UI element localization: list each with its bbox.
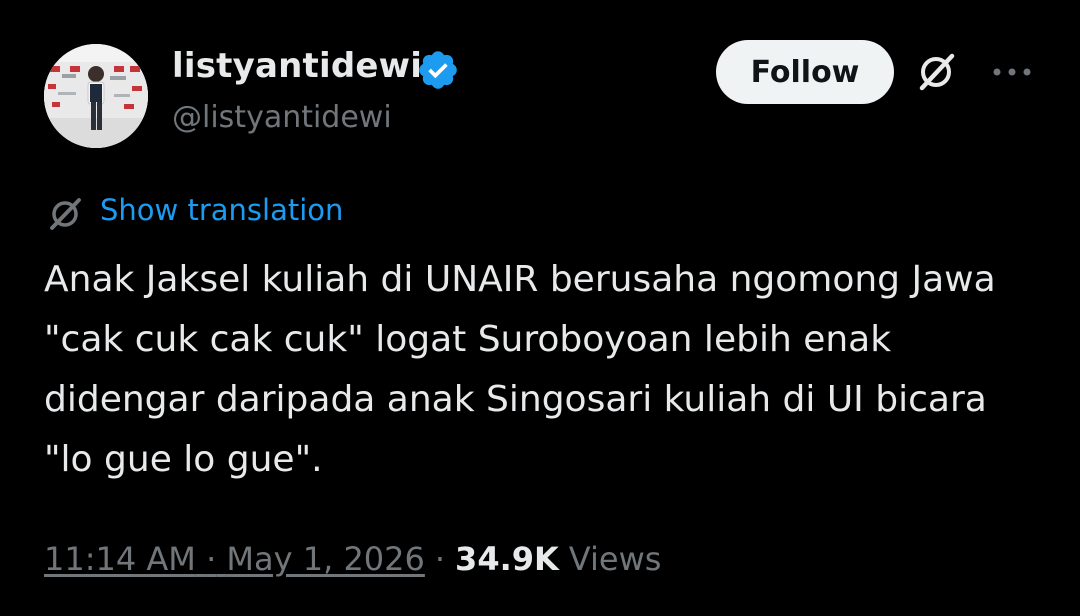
views-label[interactable]: Views <box>569 540 662 578</box>
display-name[interactable]: listyantidewi <box>172 46 422 86</box>
avatar-image <box>44 44 148 148</box>
show-translation-link[interactable]: Show translation <box>100 193 343 227</box>
date-separator[interactable]: · <box>206 540 216 578</box>
tweet-meta: 11:14 AM · May 1, 2026 · 34.9K Views <box>44 540 661 578</box>
follow-button[interactable]: Follow <box>716 40 894 104</box>
verified-badge-icon <box>419 51 457 89</box>
translate-icon[interactable] <box>46 194 84 232</box>
views-count[interactable]: 34.9K <box>455 540 559 578</box>
grok-icon[interactable] <box>914 50 958 94</box>
tweet-card: listyantidewi @listyantidewi Follow Show… <box>0 0 1080 616</box>
tweet-text: Anak Jaksel kuliah di UNAIR berusaha ngo… <box>44 259 996 480</box>
handle[interactable]: @listyantidewi <box>172 100 392 135</box>
tweet-time[interactable]: 11:14 AM <box>44 540 196 578</box>
more-icon[interactable] <box>990 64 1034 80</box>
avatar[interactable] <box>44 44 148 148</box>
views-separator: · <box>434 540 446 578</box>
tweet-date[interactable]: May 1, 2026 <box>226 540 424 578</box>
timestamp-link[interactable]: 11:14 AM · May 1, 2026 <box>44 540 425 578</box>
